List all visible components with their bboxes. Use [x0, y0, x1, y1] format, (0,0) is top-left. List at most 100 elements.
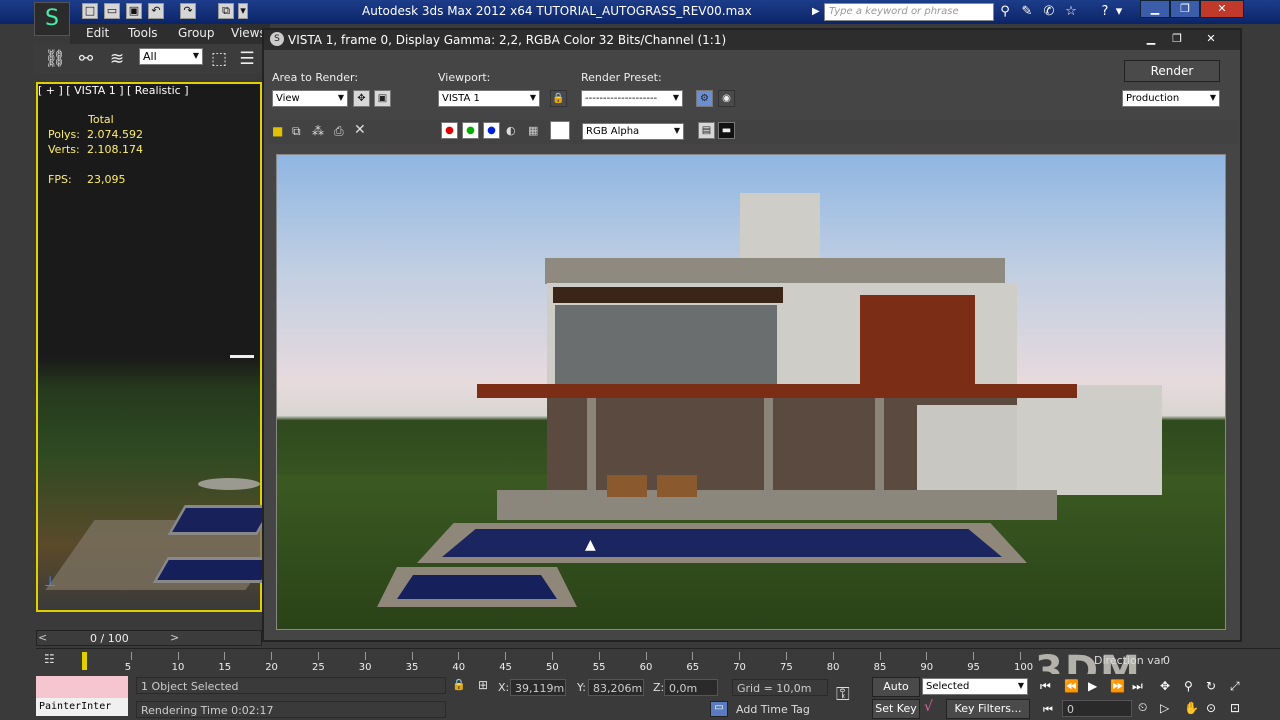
favorites-star-icon[interactable]: ☆ — [1062, 3, 1080, 21]
select-by-name-icon[interactable]: ☰ — [236, 48, 258, 70]
project-folder-icon[interactable]: ⧉ — [218, 3, 234, 19]
select-link-icon[interactable]: ⛓ — [44, 48, 66, 70]
previous-frame-icon[interactable]: ⏪ — [1064, 679, 1079, 693]
clone-window-icon[interactable]: ⁂ — [312, 124, 324, 138]
y-coord-field[interactable]: 83,206m — [588, 679, 644, 696]
timeline-tick-label: 90 — [920, 662, 934, 673]
time-tag-icon[interactable]: ▭ — [710, 701, 728, 717]
red-channel-icon[interactable]: ● — [441, 122, 458, 139]
color-swatch[interactable] — [550, 121, 570, 140]
pan-hand-icon[interactable]: ✋ — [1184, 701, 1199, 715]
x-coord-field[interactable]: 39,119m — [510, 679, 566, 696]
expand-search-icon[interactable]: ▶ — [812, 3, 822, 21]
bind-space-warp-icon[interactable]: ≋ — [106, 48, 128, 70]
render-button[interactable]: Render — [1124, 60, 1220, 82]
go-to-end-icon[interactable]: ⏭ — [1132, 679, 1143, 694]
print-image-icon[interactable]: ⎙ — [334, 124, 344, 139]
play-icon[interactable]: ▶ — [1088, 679, 1097, 693]
go-to-start-icon[interactable]: ⏮ — [1040, 679, 1051, 694]
menu-group[interactable]: Group — [178, 26, 215, 40]
alpha-channel-icon[interactable]: ◐ — [506, 124, 516, 137]
timeline-current-frame-marker[interactable] — [82, 652, 87, 670]
area-to-render-dropdown[interactable]: View — [272, 90, 348, 107]
direction-value: 0 — [1163, 654, 1170, 667]
environment-effects-icon[interactable]: ◉ — [718, 90, 735, 107]
app-logo-icon[interactable]: S — [34, 2, 70, 36]
menu-tools[interactable]: Tools — [128, 26, 158, 40]
curve-editor-icon[interactable]: ☷ — [44, 652, 55, 666]
viewport-dropdown[interactable]: VISTA 1 — [438, 90, 540, 107]
time-slider-next-icon[interactable]: > — [170, 631, 179, 644]
render-window-maximize-button[interactable]: ❐ — [1166, 31, 1188, 47]
maxscript-listener-pink[interactable] — [36, 676, 128, 698]
communication-center-icon[interactable]: ✆ — [1040, 3, 1058, 21]
upper-glass — [555, 305, 777, 385]
viewport-label[interactable]: [ + ] [ VISTA 1 ] [ Realistic ] — [38, 84, 189, 97]
help-dropdown-icon[interactable]: ▾ — [1114, 3, 1124, 21]
key-filters-button[interactable]: Key Filters... — [946, 699, 1030, 719]
walk-through-icon[interactable]: ⊙ — [1206, 701, 1216, 715]
open-file-icon[interactable]: ▭ — [104, 3, 120, 19]
select-object-icon[interactable]: ⬚ — [208, 48, 230, 70]
key-selection-dropdown[interactable]: Selected — [922, 678, 1028, 695]
copy-image-icon[interactable]: ⧉ — [292, 124, 301, 139]
absolute-mode-icon[interactable]: ⊞ — [478, 678, 488, 692]
edit-region-icon[interactable]: ✥ — [353, 90, 370, 107]
render-window-close-button[interactable]: ✕ — [1200, 31, 1222, 47]
timeline-tick-label: 100 — [1014, 662, 1034, 673]
menu-edit[interactable]: Edit — [86, 26, 109, 40]
key-mode-toggle-icon[interactable]: ⏮ — [1043, 703, 1053, 717]
current-frame-field[interactable]: 0 — [1062, 700, 1132, 717]
key-tangent-icon[interactable]: √ — [924, 699, 933, 715]
unlink-icon[interactable]: ⚯ — [75, 48, 97, 70]
menu-views[interactable]: Views — [231, 26, 266, 40]
time-slider-prev-icon[interactable]: < — [38, 631, 47, 644]
search-input[interactable]: Type a keyword or phrase — [824, 3, 994, 21]
next-frame-icon[interactable]: ⏩ — [1110, 679, 1125, 693]
subscription-center-icon[interactable]: ✎ — [1018, 3, 1036, 21]
help-icon[interactable]: ? — [1096, 3, 1114, 21]
monochrome-icon[interactable]: ▦ — [528, 124, 538, 137]
redo-icon[interactable]: ↷ — [180, 3, 196, 19]
render-preset-dropdown[interactable]: -------------------- — [581, 90, 683, 107]
blue-channel-icon[interactable]: ● — [483, 122, 500, 139]
selection-filter-dropdown[interactable]: All — [139, 48, 203, 65]
auto-key-button[interactable]: Auto Key — [872, 677, 920, 711]
display-channel-dropdown[interactable]: RGB Alpha — [582, 123, 684, 140]
maximize-viewport-icon[interactable]: ⊡ — [1230, 701, 1240, 715]
zoom-icon[interactable]: ✥ — [1160, 679, 1170, 693]
z-coord-field[interactable]: 0,0m — [664, 679, 718, 696]
minimize-button[interactable]: ▁ — [1140, 0, 1170, 18]
orbit-icon[interactable]: ↻ — [1206, 679, 1216, 693]
direction-label: Direction var — [1094, 654, 1165, 667]
time-configuration-icon[interactable]: ⏲ — [1138, 700, 1147, 715]
lock-viewport-icon[interactable]: 🔒 — [550, 90, 567, 107]
maximize-button[interactable]: ❐ — [1170, 0, 1200, 18]
auto-region-icon[interactable]: ▣ — [374, 90, 391, 107]
clear-image-icon[interactable]: ✕ — [354, 122, 366, 138]
zoom-all-icon[interactable]: ⚲ — [1184, 679, 1193, 693]
selection-lock-icon[interactable]: 🔒 — [452, 678, 466, 691]
new-file-icon[interactable]: □ — [82, 3, 98, 19]
set-key-mode-key-icon[interactable]: ⚿ — [836, 684, 850, 705]
maxscript-listener-input[interactable]: PainterInter — [36, 698, 128, 716]
set-key-button[interactable]: Set Key — [872, 699, 920, 719]
toggle-ui-icon[interactable]: ▬ — [718, 122, 735, 139]
add-time-tag-button[interactable]: Add Time Tag — [736, 703, 810, 716]
time-slider[interactable] — [36, 630, 262, 646]
save-icon[interactable]: ▣ — [126, 3, 142, 19]
save-image-icon[interactable]: ■ — [272, 124, 283, 138]
render-setup-icon[interactable]: ⚙ — [696, 90, 713, 107]
quick-access-dropdown-icon[interactable]: ▾ — [238, 3, 248, 19]
green-channel-icon[interactable]: ● — [462, 122, 479, 139]
undo-icon[interactable]: ↶ — [148, 3, 164, 19]
canopy-beam — [477, 384, 1077, 398]
toggle-ui-overlay-icon[interactable]: ▤ — [698, 122, 715, 139]
timeline-tick-label: 55 — [592, 662, 606, 673]
search-binoculars-icon[interactable]: ⚲ — [996, 3, 1014, 21]
render-window-minimize-button[interactable]: ▁ — [1140, 31, 1162, 47]
close-button[interactable]: ✕ — [1200, 0, 1244, 18]
field-of-view-icon[interactable]: ▷ — [1160, 701, 1169, 715]
render-mode-dropdown[interactable]: Production — [1122, 90, 1220, 107]
zoom-extents-icon[interactable]: ⤢ — [1230, 679, 1240, 694]
